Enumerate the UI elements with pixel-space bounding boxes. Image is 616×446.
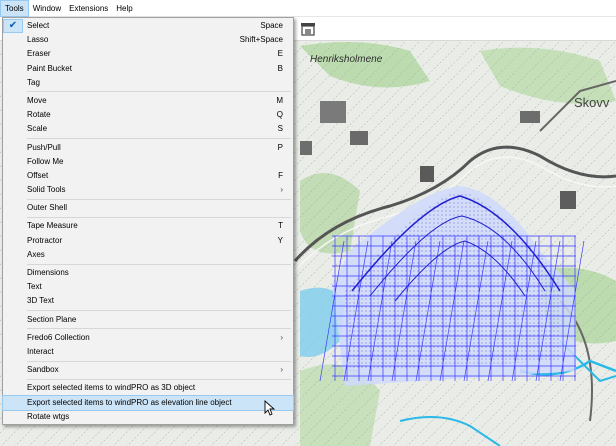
menu-item-label: Scale [27, 124, 48, 134]
menu-window[interactable]: Window [29, 0, 65, 17]
menu-item-rotate[interactable]: Rotate Q [3, 108, 293, 122]
building [300, 141, 312, 155]
menu-item-label: Axes [27, 249, 45, 259]
map-label-henriksholm: Henriksholmene [310, 54, 383, 65]
menu-separator [27, 310, 291, 312]
building [560, 191, 576, 209]
menu-item-shortcut: S [277, 124, 283, 134]
menu-item-shortcut: Q [276, 110, 283, 120]
menu-item-follow-me[interactable]: Follow Me [3, 155, 293, 169]
menu-item-offset[interactable]: Offset F [3, 169, 293, 183]
menu-separator [27, 198, 291, 200]
menu-separator [27, 138, 291, 139]
menu-item-label: Sandbox [27, 365, 59, 375]
menu-help[interactable]: Help [112, 0, 136, 17]
building [320, 101, 346, 123]
menu-item-push-pull[interactable]: Push/Pull P [3, 141, 293, 155]
menu-item-label: Move [27, 95, 47, 105]
menu-extensions[interactable]: Extensions [65, 0, 112, 17]
menu-item-rotate-wtgs[interactable]: Rotate wtgs [3, 410, 293, 424]
map-label-skov: Skovv [574, 95, 610, 110]
menu-item-solid-tools[interactable]: Solid Tools › [3, 183, 293, 197]
menu-item-outer-shell[interactable]: Outer Shell [3, 201, 293, 215]
menu-item-label: Lasso [27, 35, 49, 45]
menu-item-label: Dimensions [27, 268, 69, 277]
menu-item-shortcut: Space [260, 21, 283, 30]
menu-item-lasso[interactable]: Lasso Shift+Space [3, 33, 293, 47]
menu-item-label: Fredo6 Collection [27, 332, 90, 342]
menu-item-shortcut: F [278, 170, 283, 180]
menu-item-label: Follow Me [27, 156, 64, 166]
menu-item-interact[interactable]: Interact [3, 345, 293, 359]
menu-separator [27, 216, 291, 218]
building [420, 166, 434, 182]
menu-separator [27, 328, 291, 330]
menu-item-eraser[interactable]: Eraser E [3, 47, 293, 61]
menu-item-label: Paint Bucket [27, 63, 72, 73]
building [350, 131, 368, 145]
menu-item-section-plane[interactable]: Section Plane [3, 313, 293, 327]
menu-item-label: 3D Text [27, 296, 54, 306]
menu-item-paint-bucket[interactable]: Paint Bucket B [3, 62, 293, 76]
menu-item-select[interactable]: ✔ Select Space [3, 19, 293, 34]
menu-item-label: Text [27, 282, 42, 292]
submenu-arrow-icon: › [280, 332, 283, 342]
menu-item-shortcut: T [278, 221, 283, 231]
menu-item-dimensions[interactable]: Dimensions [3, 266, 293, 280]
menu-separator [27, 263, 291, 265]
menu-item-move[interactable]: Move M [3, 94, 293, 108]
mouse-cursor-icon [264, 400, 276, 416]
warehouse-icon[interactable] [300, 21, 316, 37]
menu-item-axes[interactable]: Axes [3, 248, 293, 262]
menu-item-label: Solid Tools [27, 185, 66, 195]
menu-item-3d-text[interactable]: 3D Text [3, 294, 293, 308]
menu-separator [27, 378, 291, 380]
menu-item-label: Push/Pull [27, 142, 61, 152]
menu-item-label: Tag [27, 77, 40, 87]
building [520, 111, 540, 123]
submenu-arrow-icon: › [280, 185, 283, 195]
menu-item-export-selected-items-to-windpro-as-elevation-line-object[interactable]: Export selected items to windPRO as elev… [2, 394, 294, 411]
menu-item-shortcut: Y [277, 235, 283, 245]
menu-item-label: Interact [27, 346, 54, 356]
tools-dropdown-menu: ✔ Select Space Lasso Shift+Space Eraser E Paint… [2, 17, 294, 425]
menu-item-label: Rotate [27, 110, 51, 120]
menu-item-label: Protractor [27, 235, 63, 245]
menu-item-sandbox[interactable]: Sandbox › [3, 363, 293, 377]
menu-separator [27, 91, 291, 93]
menu-tools[interactable]: Tools [0, 0, 29, 17]
menu-item-label: Outer Shell [27, 203, 68, 213]
menu-item-label: Select [27, 21, 50, 30]
menu-item-scale[interactable]: Scale S [3, 122, 293, 136]
menu-item-label: Section Plane [27, 314, 77, 324]
menu-item-tag[interactable]: Tag [3, 76, 293, 90]
submenu-arrow-icon: › [280, 365, 283, 375]
menu-item-label: Offset [27, 170, 49, 180]
menu-item-shortcut: P [277, 142, 283, 152]
menu-item-label: Rotate wtgs [27, 411, 70, 421]
checkmark-icon: ✔ [3, 19, 23, 34]
menu-item-export-selected-items-to-windpro-as-3d-object[interactable]: Export selected items to windPRO as 3D o… [3, 381, 293, 395]
menu-item-shortcut: E [277, 49, 283, 59]
menu-item-label: Eraser [27, 49, 51, 59]
menu-item-shortcut: M [276, 95, 283, 105]
menu-item-label: Export selected items to windPRO as elev… [27, 397, 232, 407]
menu-item-protractor[interactable]: Protractor Y [3, 234, 293, 248]
menu-item-shortcut: Shift+Space [239, 35, 283, 45]
menu-item-label: Export selected items to windPRO as 3D o… [27, 383, 196, 393]
menu-bar: Tools Window Extensions Help [0, 0, 616, 17]
menu-item-tape-measure[interactable]: Tape Measure T [3, 219, 293, 233]
menu-item-text[interactable]: Text [3, 280, 293, 294]
menu-separator [27, 360, 291, 362]
menu-item-fredo6-collection[interactable]: Fredo6 Collection › [3, 331, 293, 345]
menu-item-shortcut: B [277, 63, 283, 73]
menu-item-label: Tape Measure [27, 221, 78, 231]
